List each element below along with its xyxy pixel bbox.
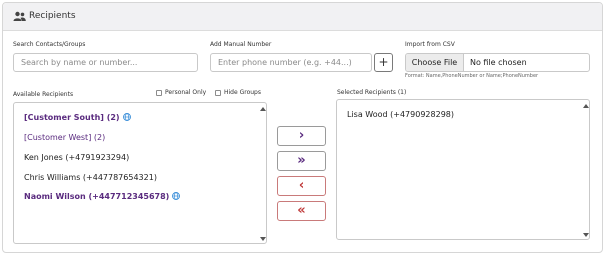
selected-recipients-label: Selected Recipients (1) (337, 89, 407, 96)
available-recipients-label: Available Recipients (13, 91, 74, 98)
list-item[interactable]: Ken Jones (+4791923294) (24, 153, 129, 162)
list-item[interactable]: Chris Williams (+447787654321) (24, 173, 157, 182)
scroll-up-arrow[interactable] (583, 104, 589, 108)
csv-format-hint: Format: Name,PhoneNumber or Name;PhoneNu… (405, 73, 539, 79)
add-selected-button[interactable]: › (277, 126, 326, 146)
list-item[interactable]: Lisa Wood (+4790928298) (347, 110, 454, 119)
personal-only-checkbox[interactable] (156, 90, 162, 96)
manual-number-label: Add Manual Number (210, 41, 272, 48)
phone-number-input[interactable] (210, 53, 372, 72)
add-all-button[interactable]: » (277, 151, 326, 171)
globe-icon (122, 113, 131, 121)
list-item[interactable]: [Customer West] (2) (24, 133, 105, 142)
hide-groups-label: Hide Groups (224, 89, 261, 96)
panel-title: Recipients (29, 11, 76, 21)
list-item[interactable]: Naomi Wilson (+447712345678) (24, 192, 181, 201)
list-item[interactable]: [Customer South] (2) (24, 113, 131, 122)
scroll-down-arrow[interactable] (583, 233, 589, 237)
available-recipients-list[interactable]: [Customer South] (2) [Customer West] (2)… (13, 102, 267, 244)
remove-all-button[interactable]: « (277, 201, 326, 221)
csv-label: Import from CSV (405, 41, 455, 48)
file-status: No file chosen (470, 58, 527, 67)
panel-header: Recipients (3, 3, 602, 31)
selected-recipients-list[interactable]: Lisa Wood (+4790928298) (336, 99, 590, 240)
choose-file-button[interactable]: Choose File (406, 54, 464, 71)
hide-groups-checkbox[interactable] (215, 90, 221, 96)
remove-selected-button[interactable]: ‹ (277, 176, 326, 196)
search-label: Search Contacts/Groups (13, 41, 86, 48)
add-number-button[interactable]: + (374, 53, 393, 72)
users-icon (13, 11, 26, 21)
scroll-down-arrow[interactable] (260, 237, 266, 241)
csv-file-input[interactable]: Choose File No file chosen (405, 53, 590, 72)
search-input[interactable] (13, 53, 198, 72)
scroll-up-arrow[interactable] (260, 107, 266, 111)
globe-icon (172, 192, 181, 200)
personal-only-label: Personal Only (165, 89, 207, 96)
plus-icon: + (378, 55, 389, 69)
